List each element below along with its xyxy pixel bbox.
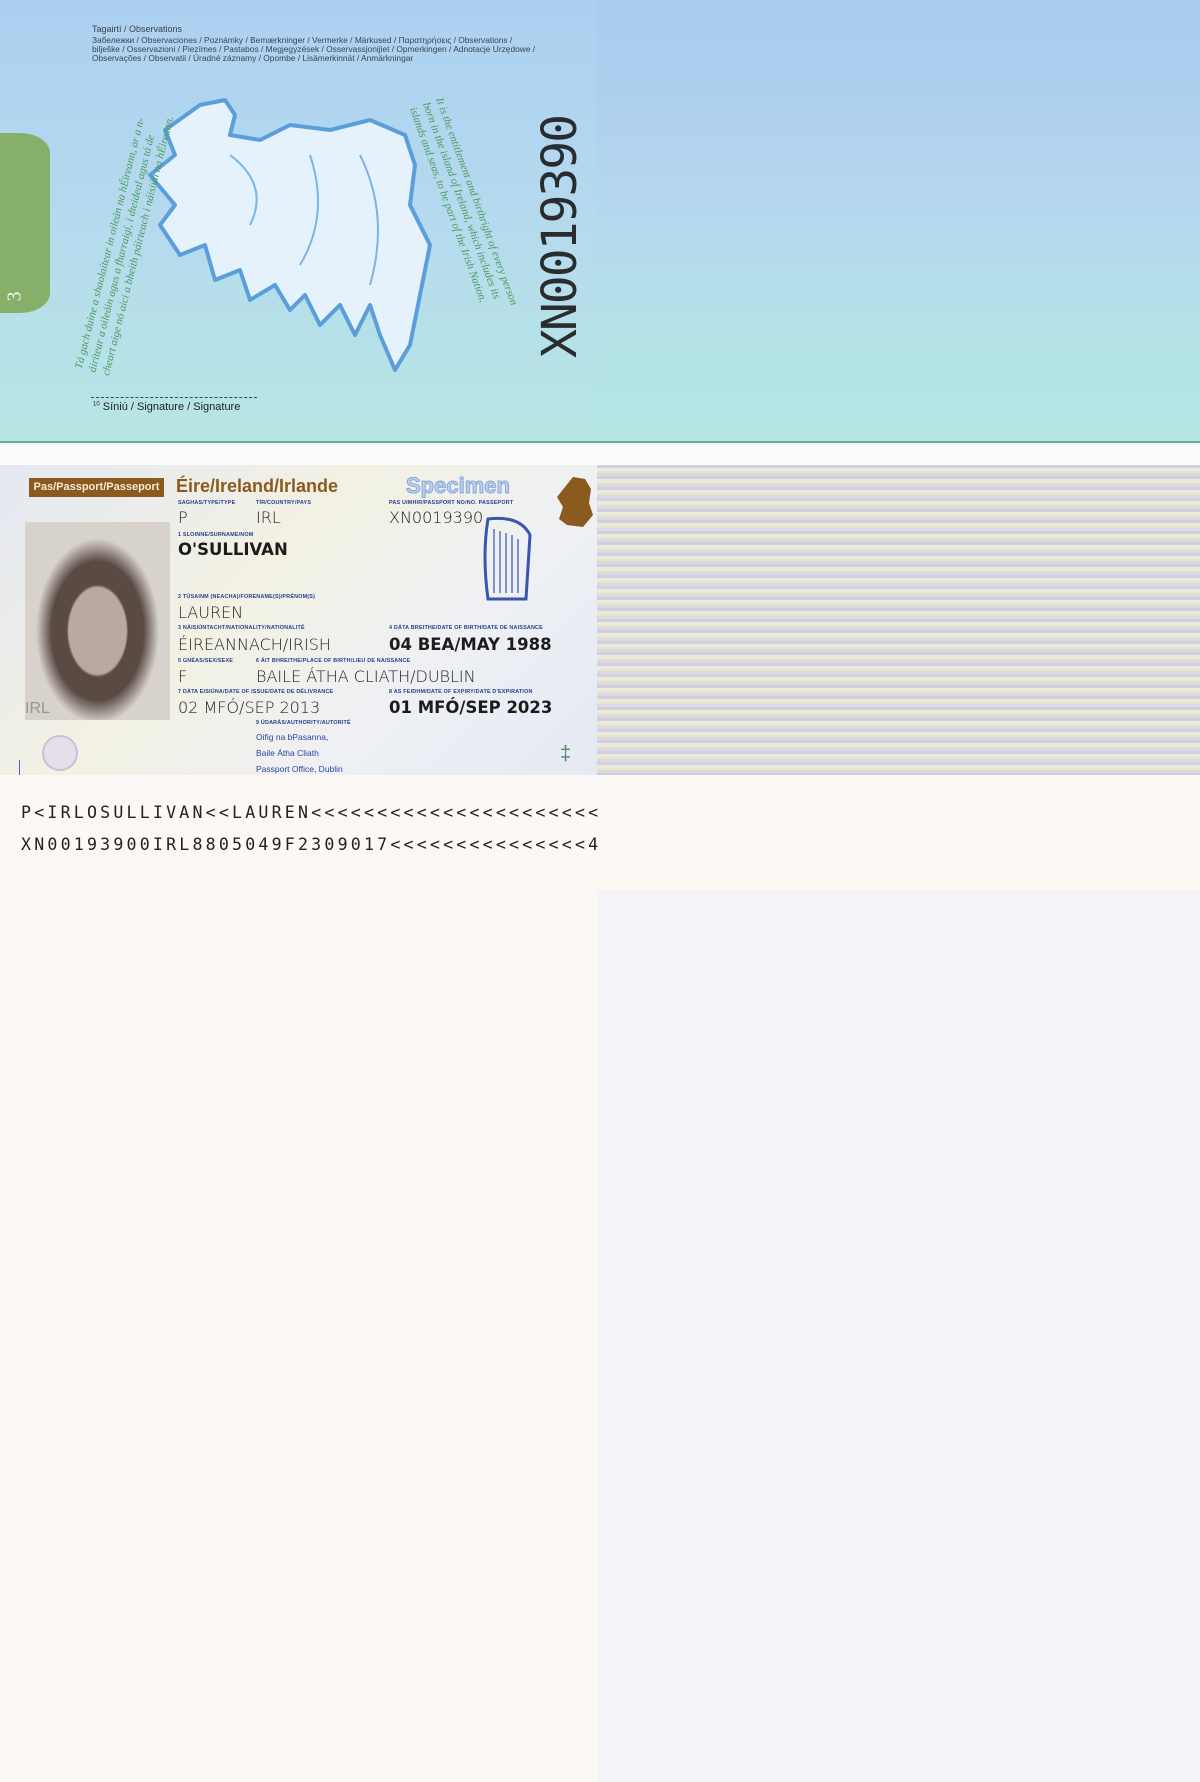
observations-line: Observações / Observatii / Úradné záznam… xyxy=(92,53,414,63)
corner-mark xyxy=(19,760,45,775)
forename-value: LAUREN xyxy=(178,603,244,622)
sex-label: 5 GNÉAS/SEX/SEXE xyxy=(178,658,234,664)
mrz-zone: P<IRLOSULLIVAN<<LAUREN<<<<<<<<<<<<<<<<<<… xyxy=(0,775,598,885)
observations-page: Tagairtí / Observations Забележки / Obse… xyxy=(0,0,597,443)
holder-photo: IRL xyxy=(25,522,170,720)
passport-no-label: PAS UIMHIR/PASSPORT NO/NO. PASSEPORT xyxy=(389,500,514,506)
authority-line: Oifig na bPasanna, xyxy=(256,732,329,742)
signature-label: 10 Síniú / Signature / Signature xyxy=(93,401,240,413)
background-extension-mrz xyxy=(597,775,1200,890)
nationality-value: ÉIREANNACH/IRISH xyxy=(178,635,331,654)
page-number: 3 xyxy=(3,291,26,302)
country-label: TÍR/COUNTRY/PAYS xyxy=(256,500,312,506)
surname-value: O'SULLIVAN xyxy=(178,540,288,559)
surname-label: 1 SLOINNE/SURNAME/NOM xyxy=(178,532,254,538)
signature-line xyxy=(91,397,257,398)
country-title: Éire/Ireland/Irlande xyxy=(176,476,339,496)
background-extension-top xyxy=(597,0,1200,443)
signature-text: Síniú / Signature / Signature xyxy=(102,401,241,413)
dob-label: 4 DÁTA BREITHE/DATE OF BIRTH/DATE DE NAI… xyxy=(389,625,543,631)
mrz-line-1: P<IRLOSULLIVAN<<LAUREN<<<<<<<<<<<<<<<<<<… xyxy=(21,803,602,822)
blank-area xyxy=(0,885,597,1782)
harp-icon xyxy=(483,516,532,601)
perforated-passport-number: XN0019390 xyxy=(532,115,588,358)
sex-value: F xyxy=(178,667,188,686)
authority-line: Baile Átha Cliath xyxy=(256,748,319,758)
forename-label: 2 TÚSAINM (NEACHA)/FORENAME(S)/PRÉNOM(S) xyxy=(178,594,316,600)
issue-label: 7 DÁTA EISIÚNA/DATE OF ISSUE/DATE DE DÉL… xyxy=(178,689,334,695)
mrz-line-2: XN00193900IRL8805049F2309017<<<<<<<<<<<<… xyxy=(21,835,602,854)
type-value: P xyxy=(178,508,188,527)
page-tab xyxy=(0,133,50,313)
pob-value: BAILE ÁTHA CLIATH/DUBLIN xyxy=(256,667,476,686)
background-extension-data xyxy=(597,465,1200,775)
hologram-seal-icon xyxy=(42,735,78,771)
dob-value: 04 BEA/MAY 1988 xyxy=(389,635,552,654)
expiry-label: 8 AS FEIDHM/DATE OF EXPIRY/DATE D'EXPIRA… xyxy=(389,689,533,695)
page-gap xyxy=(0,445,1200,465)
document-label: Pas/Passport/Passeport xyxy=(29,478,164,497)
observations-heading: Tagairtí / Observations xyxy=(92,24,183,34)
authority-line: Passport Office, Dublin xyxy=(256,764,343,774)
specimen-watermark: Specimen xyxy=(406,473,511,499)
cross-of-lorraine-icon: ‡ xyxy=(560,743,572,765)
ireland-outline-icon xyxy=(557,477,593,527)
authority-label: 9 ÚDARÁS/AUTHORITY/AUTORITÉ xyxy=(256,720,351,726)
expiry-value: 01 MFÓ/SEP 2023 xyxy=(389,698,553,717)
signature-number: 10 xyxy=(93,401,100,408)
country-value: IRL xyxy=(256,508,281,527)
type-label: SAGHAS/TYPE/TYPE xyxy=(178,500,236,506)
nationality-label: 3 NÁISIÚNTACHT/NATIONALITY/NATIONALITÉ xyxy=(178,625,305,631)
passport-no-value: XN0019390 xyxy=(389,508,484,527)
issue-value: 02 MFÓ/SEP 2013 xyxy=(178,698,321,717)
pob-label: 6 ÁIT BHREITHE/PLACE OF BIRTH/LIEU DE NA… xyxy=(256,658,411,664)
passport-data-page: Pas/Passport/Passeport Éire/Ireland/Irla… xyxy=(0,465,597,775)
photo-overlay-text: IRL xyxy=(25,700,50,717)
